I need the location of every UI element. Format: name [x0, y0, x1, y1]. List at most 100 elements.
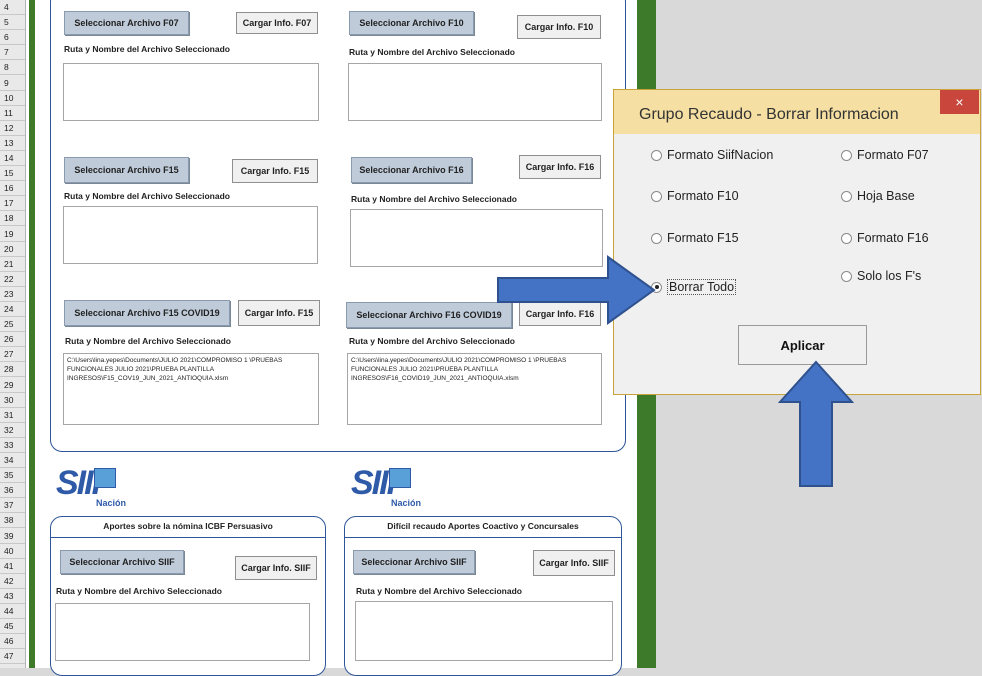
row-number[interactable]: 23 [0, 287, 25, 302]
select-file-f07-button[interactable]: Seleccionar Archivo F07 [64, 11, 189, 35]
siif-panel-1-title: Aportes sobre la nómina ICBF Persuasivo [103, 521, 273, 531]
row-number[interactable]: 32 [0, 423, 25, 438]
radio-formato-f07[interactable]: Formato F07 [841, 148, 929, 162]
radio-circle [651, 149, 662, 161]
row-number[interactable]: 22 [0, 272, 25, 287]
path-label-f15-covid: Ruta y Nombre del Archivo Seleccionado [65, 336, 231, 346]
path-label-f07: Ruta y Nombre del Archivo Seleccionado [64, 44, 230, 54]
load-siif-1-button[interactable]: Cargar Info. SIIF [235, 556, 317, 580]
row-number[interactable]: 34 [0, 453, 25, 469]
select-file-f15-button[interactable]: Seleccionar Archivo F15 [64, 157, 189, 183]
row-number[interactable]: 24 [0, 302, 25, 318]
dialog-title: Grupo Recaudo - Borrar Informacion [639, 106, 899, 123]
select-file-f15-covid-button[interactable]: Seleccionar Archivo F15 COVID19 [64, 300, 230, 326]
path-label-f15: Ruta y Nombre del Archivo Seleccionado [64, 191, 230, 201]
row-number[interactable]: 21 [0, 257, 25, 272]
siif-panel-2-divider [345, 537, 621, 538]
path-box-f07[interactable] [63, 63, 319, 121]
close-icon[interactable]: × [940, 90, 979, 114]
path-label-f10: Ruta y Nombre del Archivo Seleccionado [349, 47, 515, 57]
apply-button[interactable]: Aplicar [738, 325, 867, 365]
radio-hoja-base[interactable]: Hoja Base [841, 189, 915, 203]
row-number[interactable]: 45 [0, 619, 25, 635]
row-number[interactable]: 16 [0, 181, 25, 197]
row-number[interactable]: 29 [0, 378, 25, 393]
radio-circle [841, 149, 852, 161]
radio-circle [651, 190, 662, 202]
radio-formato-f16[interactable]: Formato F16 [841, 231, 929, 245]
path-box-f15[interactable] [63, 206, 318, 264]
row-number[interactable]: 38 [0, 513, 25, 529]
row-number[interactable]: 14 [0, 151, 25, 167]
row-number[interactable]: 31 [0, 408, 25, 423]
radio-label: Hoja Base [857, 189, 915, 203]
radio-formato-f15[interactable]: Formato F15 [651, 231, 739, 245]
row-number[interactable]: 8 [0, 60, 25, 76]
row-number[interactable]: 17 [0, 196, 25, 212]
row-number[interactable]: 42 [0, 574, 25, 589]
row-number[interactable]: 26 [0, 332, 25, 348]
row-number[interactable]: 46 [0, 634, 25, 650]
row-number[interactable]: 12 [0, 121, 25, 136]
radio-formato-f10[interactable]: Formato F10 [651, 189, 739, 203]
row-number[interactable]: 44 [0, 604, 25, 620]
green-border-left [29, 0, 35, 668]
row-number[interactable]: 33 [0, 438, 25, 453]
row-number[interactable]: 6 [0, 30, 25, 46]
select-file-f10-button[interactable]: Seleccionar Archivo F10 [349, 11, 474, 35]
row-number[interactable]: 35 [0, 468, 25, 484]
siif-panel-1-divider [51, 537, 325, 538]
row-number[interactable]: 20 [0, 242, 25, 257]
load-f16-button[interactable]: Cargar Info. F16 [519, 155, 601, 179]
load-f10-button[interactable]: Cargar Info. F10 [517, 15, 601, 39]
radio-solo-fs[interactable]: Solo los F's [841, 269, 921, 283]
up-arrow-icon [778, 360, 854, 487]
row-number[interactable]: 7 [0, 45, 25, 61]
row-number[interactable]: 41 [0, 559, 25, 574]
radio-label: Formato F07 [857, 148, 929, 162]
path-box-siif-2[interactable] [355, 601, 613, 661]
row-number[interactable]: 15 [0, 166, 25, 182]
siif-logo-sub: Nación [96, 498, 127, 508]
row-number[interactable]: 11 [0, 106, 25, 121]
radio-borrar-todo[interactable]: Borrar Todo [651, 279, 737, 295]
path-label-f16-covid: Ruta y Nombre del Archivo Seleccionado [349, 336, 515, 346]
radio-label: Formato F15 [667, 231, 739, 245]
load-siif-2-button[interactable]: Cargar Info. SIIF [533, 550, 615, 576]
radio-formato-siifnacion[interactable]: Formato SiifNacion [651, 148, 773, 162]
load-f15-covid-button[interactable]: Cargar Info. F15 [238, 300, 320, 326]
row-number[interactable]: 36 [0, 483, 25, 499]
select-file-siif-1-button[interactable]: Seleccionar Archivo SIIF [60, 550, 184, 574]
row-number[interactable]: 25 [0, 317, 25, 333]
siif-logo-box [389, 468, 411, 488]
path-box-f16-covid[interactable]: C:\Users\lina.yepes\Documents\JULIO 2021… [347, 353, 602, 425]
row-number[interactable]: 9 [0, 76, 25, 91]
siif-logo-right: SIIF Nación [351, 464, 421, 510]
row-number[interactable]: 4 [0, 0, 25, 16]
load-f07-button[interactable]: Cargar Info. F07 [236, 12, 318, 34]
row-number[interactable]: 10 [0, 91, 25, 106]
row-number[interactable]: 18 [0, 211, 25, 227]
row-number[interactable]: 28 [0, 362, 25, 378]
row-number[interactable]: 40 [0, 544, 25, 559]
row-number[interactable]: 27 [0, 347, 25, 363]
row-number[interactable]: 30 [0, 393, 25, 408]
siif-logo-left: SIIF Nación [56, 464, 126, 510]
select-file-f16-covid-button[interactable]: Seleccionar Archivo F16 COVID19 [346, 302, 512, 328]
load-f15-button[interactable]: Cargar Info. F15 [232, 159, 318, 183]
row-number[interactable]: 37 [0, 498, 25, 514]
row-number[interactable]: 43 [0, 589, 25, 604]
row-number[interactable]: 47 [0, 649, 25, 665]
select-file-f16-button[interactable]: Seleccionar Archivo F16 [351, 157, 472, 183]
path-box-f15-covid[interactable]: C:\Users\lina.yepes\Documents\JULIO 2021… [63, 353, 319, 425]
radio-label: Formato F10 [667, 189, 739, 203]
row-number[interactable]: 39 [0, 529, 25, 544]
row-headers: 4 5 6 7 8 9 10 11 12 13 14 15 16 17 18 19 20 21 22 23 24 25 26… [0, 0, 26, 668]
path-box-f10[interactable] [348, 63, 602, 121]
select-file-siif-2-button[interactable]: Seleccionar Archivo SIIF [353, 550, 475, 574]
radio-label: Borrar Todo [667, 279, 737, 295]
row-number[interactable]: 19 [0, 227, 25, 242]
row-number[interactable]: 5 [0, 15, 25, 31]
row-number[interactable]: 13 [0, 136, 25, 151]
path-box-siif-1[interactable] [55, 603, 310, 661]
